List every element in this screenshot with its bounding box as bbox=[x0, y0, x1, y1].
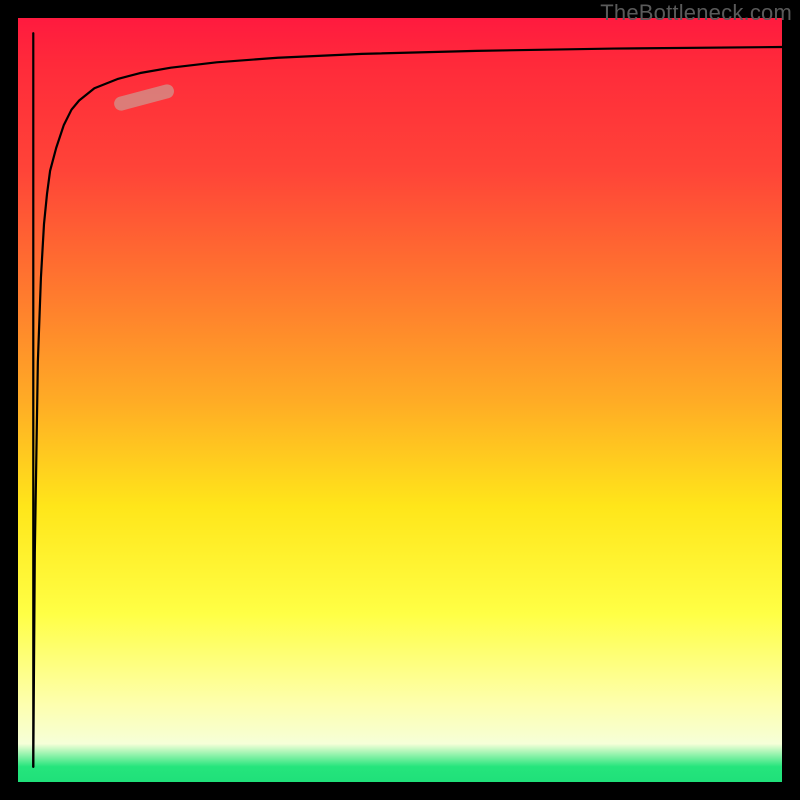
curve-svg bbox=[18, 18, 782, 782]
plot-area bbox=[18, 18, 782, 782]
watermark-text: TheBottleneck.com bbox=[600, 0, 792, 26]
chart-frame: TheBottleneck.com bbox=[0, 0, 800, 800]
highlight-segment bbox=[121, 91, 167, 103]
curve-line bbox=[33, 47, 782, 767]
